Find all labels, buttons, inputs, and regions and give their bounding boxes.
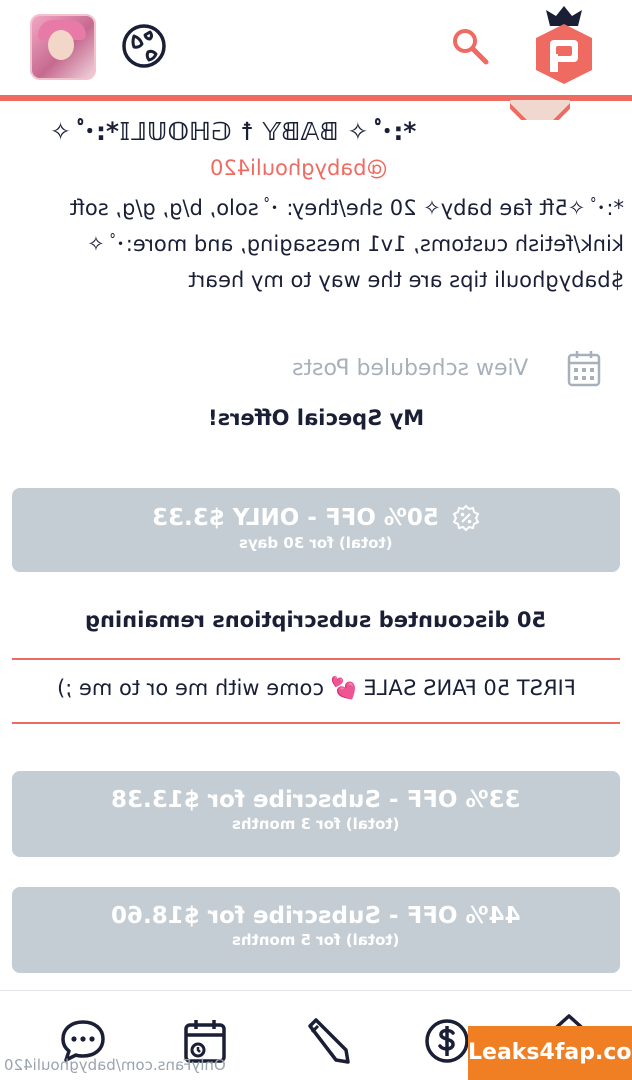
sale-message: FIRST 50 FANS SALE 💕 come with me or to … (14, 676, 618, 701)
offer-33-off-sub: (total) for 3 months (12, 815, 620, 833)
offer-50-off-main-text: 50% OFF - ONLY $3.33 (151, 504, 439, 531)
profile-handle[interactable]: @babyghouli420 (210, 156, 440, 180)
profile-bio-text: *:･ﾟ✧5ft fae baby✧ 20 she/they: ･ﾟsolo, … (69, 196, 624, 292)
onlyfans-url-watermark: OnlyFans.com/babyghouli420 (4, 1056, 226, 1074)
sale-divider-bottom (12, 722, 620, 724)
discounted-subscriptions-remaining-text: 50 discounted subscriptions remaining (85, 608, 547, 632)
offer-33-off-sub-text: (total) for 3 months (232, 815, 400, 833)
profile-title: *:･ﾟ✧ 𝔹𝔸𝔹𝕐 ☨ 𝔾ℍ𝕆𝕌𝕃𝕀*:･ﾟ✧ (50, 112, 570, 148)
offer-50-off-main: 50% OFF - ONLY $3.33 (12, 504, 620, 532)
discounted-subscriptions-remaining: 50 discounted subscriptions remaining (40, 608, 592, 632)
profile-title-text: *:･ﾟ✧ 𝔹𝔸𝔹𝕐 ☨ 𝔾ℍ𝕆𝕌𝕃𝕀*:･ﾟ✧ (50, 117, 417, 146)
offer-33-off-main-text: 33% OFF - Subscribe for $13.38 (111, 787, 521, 813)
onlyfans-url-watermark-text: OnlyFans.com/babyghouli420 (4, 1056, 226, 1074)
sale-divider-top (12, 658, 620, 660)
offer-44-off-main-text: 44% OFF - Subscribe for $18.60 (111, 903, 521, 929)
profile-handle-text: @babyghouli420 (210, 156, 388, 180)
view-scheduled-posts-button[interactable]: View scheduled Posts (292, 348, 622, 390)
onlyfans-logo-icon[interactable] (532, 4, 596, 88)
special-offers-heading: My Special Offers! (200, 406, 432, 430)
sale-message-text: FIRST 50 FANS SALE 💕 come with me or to … (56, 676, 576, 700)
leaks-watermark: Leaks4fap.com (468, 1026, 632, 1080)
offer-50-off-sub-text: (total) for 30 days (239, 534, 393, 552)
offer-50-off-button[interactable]: 50% OFF - ONLY $3.33 (total) for 30 days (12, 488, 620, 572)
discount-badge-icon (452, 504, 480, 532)
offer-50-off-sub: (total) for 30 days (12, 534, 620, 552)
avatar-face (48, 30, 74, 60)
pencil-icon[interactable] (302, 1016, 350, 1064)
offer-44-off-sub: (total) for 5 months (12, 931, 620, 949)
search-icon[interactable] (450, 26, 490, 66)
profile-bio: *:･ﾟ✧5ft fae baby✧ 20 she/they: ･ﾟsolo, … (40, 190, 624, 298)
view-scheduled-posts-label: View scheduled Posts (292, 356, 529, 381)
leaks-watermark-text: Leaks4fap.com (468, 1040, 632, 1065)
dollar-icon[interactable] (422, 1016, 470, 1064)
offer-33-off-button[interactable]: 33% OFF - Subscribe for $13.38 (total) f… (12, 771, 620, 857)
offer-44-off-sub-text: (total) for 5 months (232, 931, 400, 949)
special-offers-heading-text: My Special Offers! (207, 406, 425, 430)
profile-avatar[interactable] (30, 14, 96, 80)
globe-icon[interactable] (120, 22, 168, 70)
calendar-icon (566, 348, 602, 388)
offer-44-off-button[interactable]: 44% OFF - Subscribe for $18.60 (total) f… (12, 887, 620, 973)
offer-44-off-main: 44% OFF - Subscribe for $18.60 (12, 903, 620, 929)
bottom-nav-divider (0, 990, 632, 991)
offer-33-off-main: 33% OFF - Subscribe for $13.38 (12, 787, 620, 813)
